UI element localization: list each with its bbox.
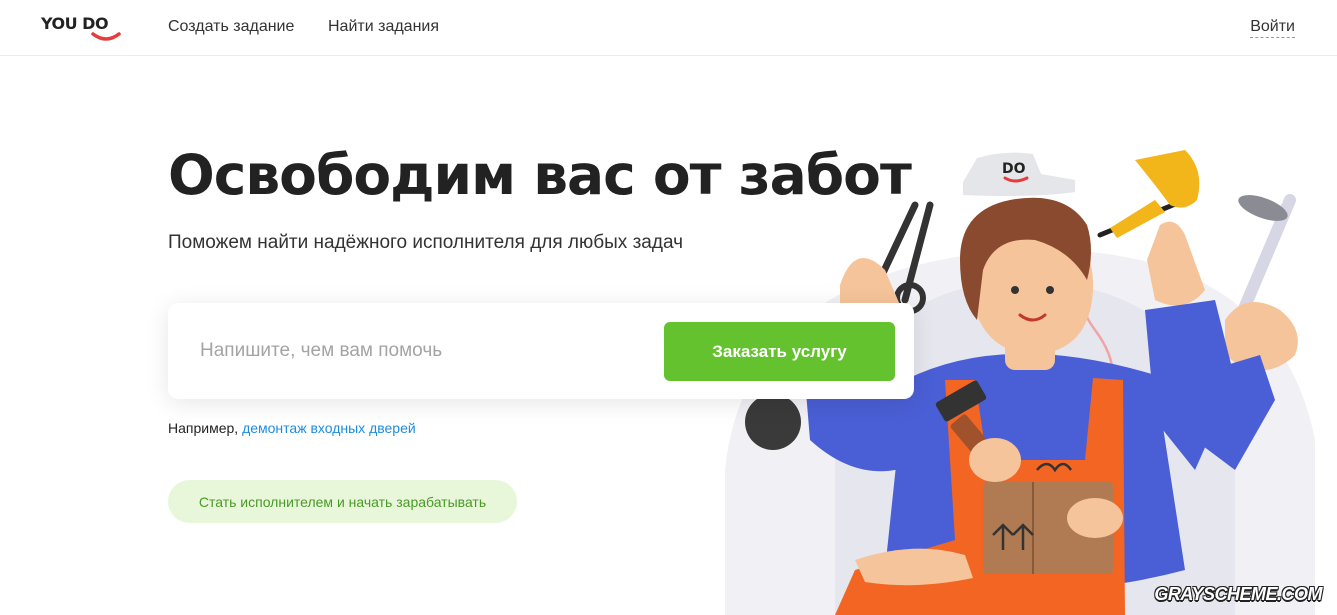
- logo-text: YOU DO: [41, 14, 109, 33]
- hand-right-top: [1147, 221, 1205, 306]
- example-link[interactable]: демонтаж входных дверей: [242, 420, 416, 436]
- eye-right: [1046, 286, 1054, 294]
- eye-left: [1011, 286, 1019, 294]
- become-performer-button[interactable]: Стать исполнителем и начать зарабатывать: [168, 480, 517, 523]
- login-link[interactable]: Войти: [1250, 18, 1295, 38]
- cap-text: DO: [1002, 161, 1026, 177]
- youdo-logo[interactable]: YOU DO: [41, 14, 123, 46]
- page-subtitle: Поможем найти надёжного исполнителя для …: [168, 232, 683, 253]
- hair-dryer-icon: [1097, 150, 1200, 238]
- order-service-button[interactable]: Заказать услугу: [664, 322, 895, 381]
- header: YOU DO Создать задание Найти задания Вой…: [0, 0, 1337, 56]
- task-search-input[interactable]: [200, 333, 640, 369]
- nav-find-tasks[interactable]: Найти задания: [328, 18, 439, 36]
- watermark: GRAYSCHEME.COM: [1154, 584, 1322, 604]
- youdo-cap-icon: DO: [963, 152, 1075, 196]
- hand-hammer: [969, 438, 1021, 482]
- nav-create-task[interactable]: Создать задание: [168, 18, 294, 36]
- ball-icon: [745, 394, 801, 450]
- task-search-form: Заказать услугу: [168, 303, 914, 399]
- example-prefix: Например,: [168, 420, 239, 436]
- example-hint: Например, демонтаж входных дверей: [168, 420, 416, 436]
- logo-smile-icon: [91, 32, 121, 41]
- hand-box: [1067, 498, 1123, 538]
